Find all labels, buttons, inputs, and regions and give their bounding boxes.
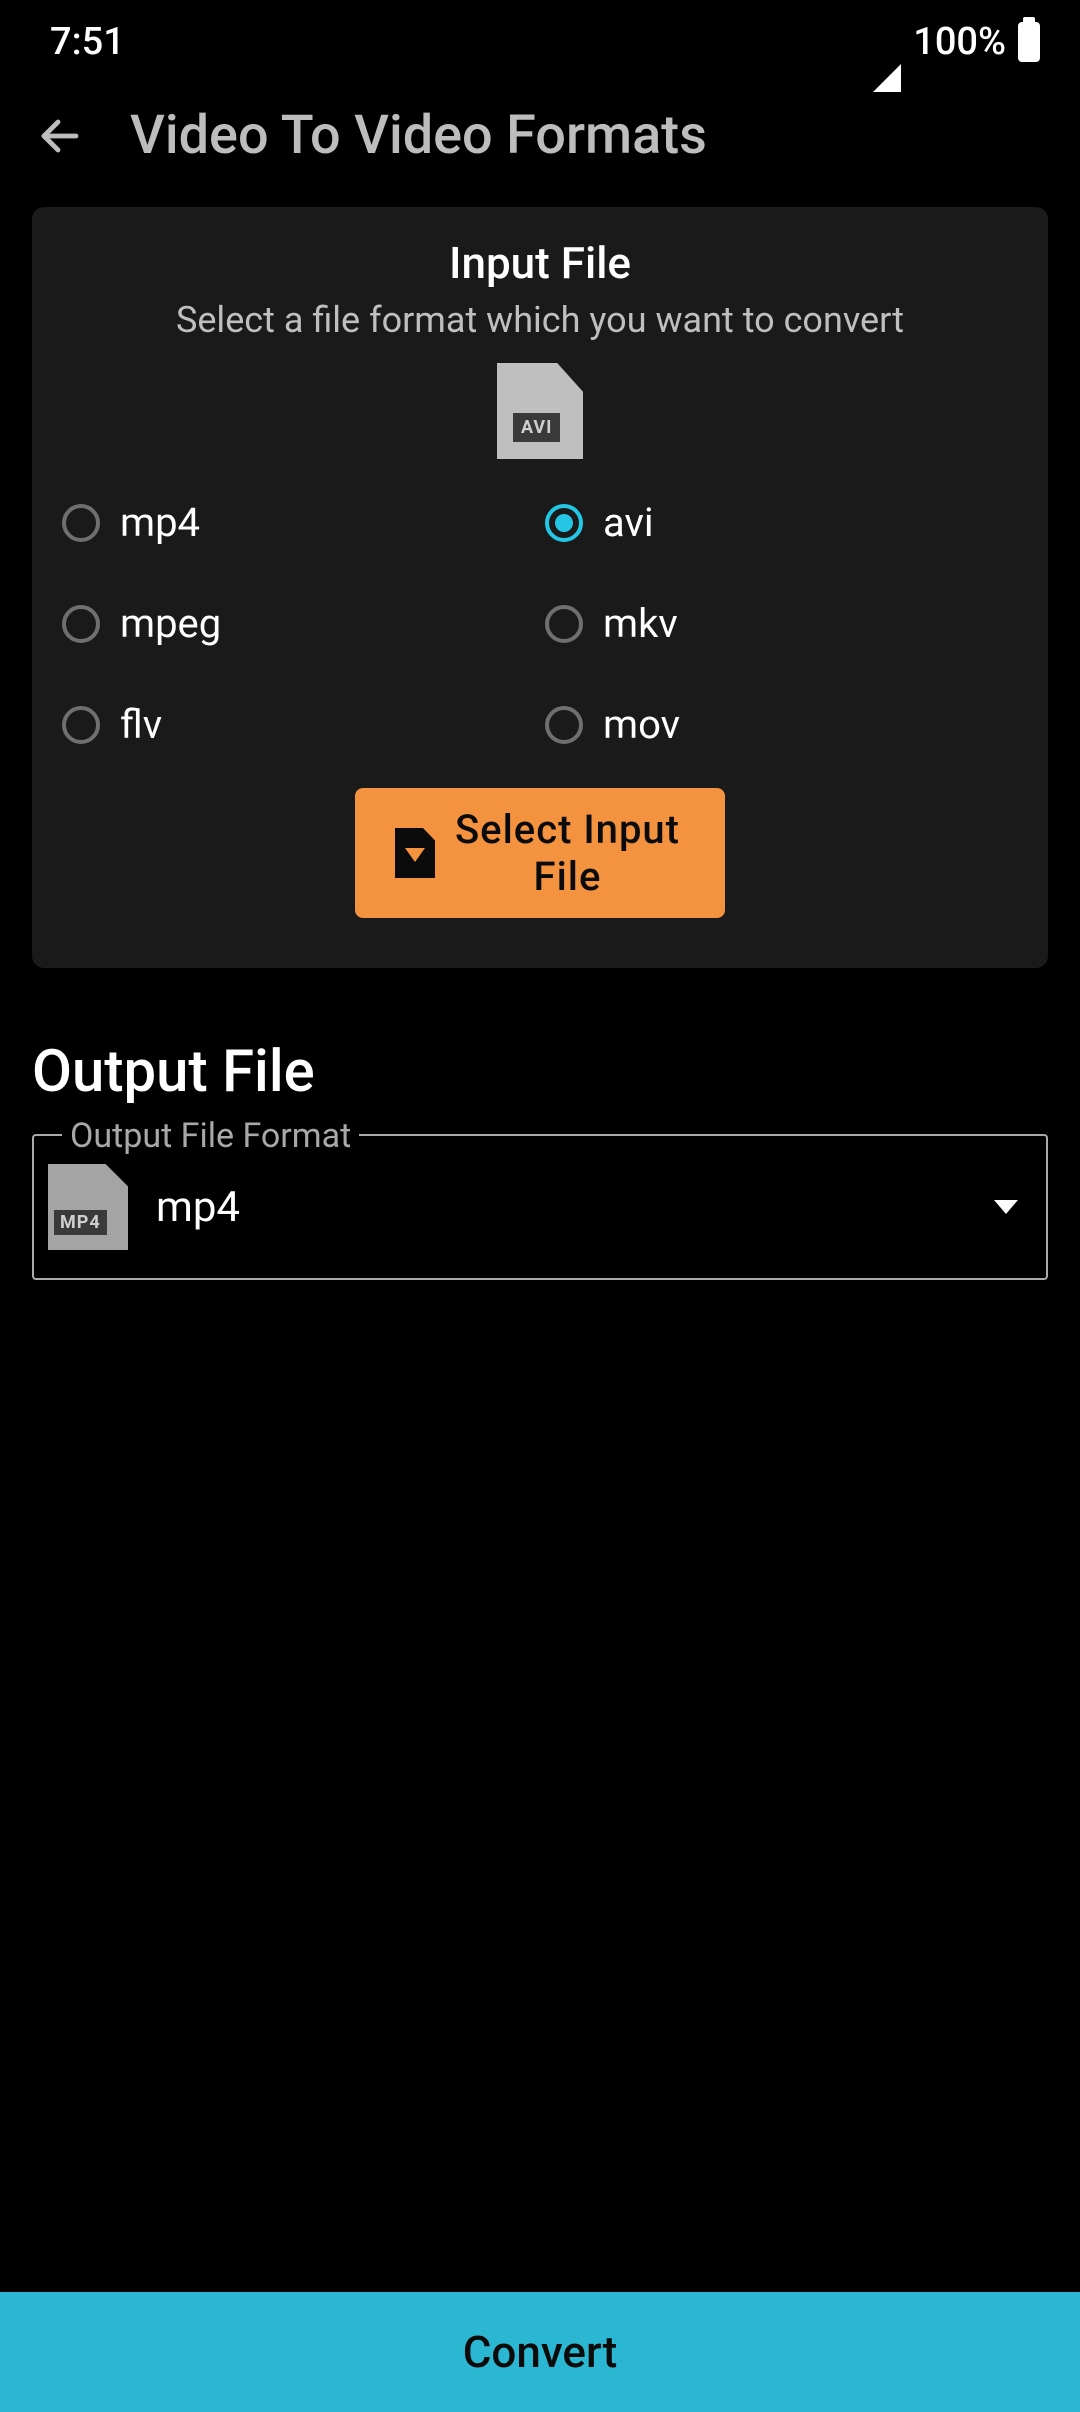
radio-label: avi: [603, 499, 654, 546]
status-right: 100%: [873, 20, 1040, 64]
radio-mp4[interactable]: mp4: [62, 499, 535, 546]
radio-label: mkv: [603, 600, 678, 647]
output-file-section: Output File Output File Format MP4 mp4: [32, 1038, 1048, 1280]
output-format-dropdown[interactable]: Output File Format MP4 mp4: [32, 1134, 1048, 1280]
radio-flv[interactable]: flv: [62, 701, 535, 748]
file-icon-badge: AVI: [513, 413, 560, 442]
output-heading: Output File: [32, 1038, 1048, 1106]
radio-avi[interactable]: avi: [545, 499, 1018, 546]
radio-label: mp4: [120, 499, 200, 546]
radio-circle-icon: [545, 504, 583, 542]
radio-mkv[interactable]: mkv: [545, 600, 1018, 647]
status-time: 7:51: [50, 20, 125, 64]
output-legend: Output File Format: [62, 1116, 359, 1156]
radio-label: flv: [120, 701, 162, 748]
input-card-title: Input File: [52, 237, 1028, 289]
radio-circle-icon: [545, 605, 583, 643]
page-title: Video To Video Formats: [130, 104, 707, 167]
input-file-card: Input File Select a file format which yo…: [32, 207, 1048, 968]
radio-label: mpeg: [120, 600, 221, 647]
status-bar: 7:51 100%: [0, 0, 1080, 74]
input-card-subtitle: Select a file format which you want to c…: [52, 299, 1028, 341]
select-button-label: Select Input File: [450, 806, 685, 900]
header: Video To Video Formats: [0, 74, 1080, 197]
convert-button-label: Convert: [463, 2326, 618, 2378]
file-icon: AVI: [497, 363, 583, 459]
select-input-file-button[interactable]: Select Input File: [355, 788, 725, 918]
output-format-value: mp4: [156, 1183, 966, 1232]
radio-mov[interactable]: mov: [545, 701, 1018, 748]
back-arrow-icon: [36, 112, 84, 160]
radio-circle-icon: [62, 504, 100, 542]
input-format-icon: AVI: [52, 363, 1028, 459]
output-file-icon: MP4: [48, 1164, 128, 1250]
output-file-badge: MP4: [54, 1210, 107, 1235]
battery-percentage: 100%: [913, 20, 1006, 64]
back-button[interactable]: [30, 106, 90, 166]
radio-circle-icon: [62, 706, 100, 744]
select-file-icon: [395, 828, 426, 878]
format-radio-group: mp4 avi mpeg mkv flv mov: [52, 459, 1028, 788]
radio-label: mov: [603, 701, 680, 748]
radio-circle-icon: [62, 605, 100, 643]
radio-circle-icon: [545, 706, 583, 744]
chevron-down-icon: [994, 1200, 1018, 1214]
signal-icon: [873, 20, 901, 64]
battery-icon: [1018, 22, 1040, 62]
radio-mpeg[interactable]: mpeg: [62, 600, 535, 647]
convert-button[interactable]: Convert: [0, 2292, 1080, 2412]
